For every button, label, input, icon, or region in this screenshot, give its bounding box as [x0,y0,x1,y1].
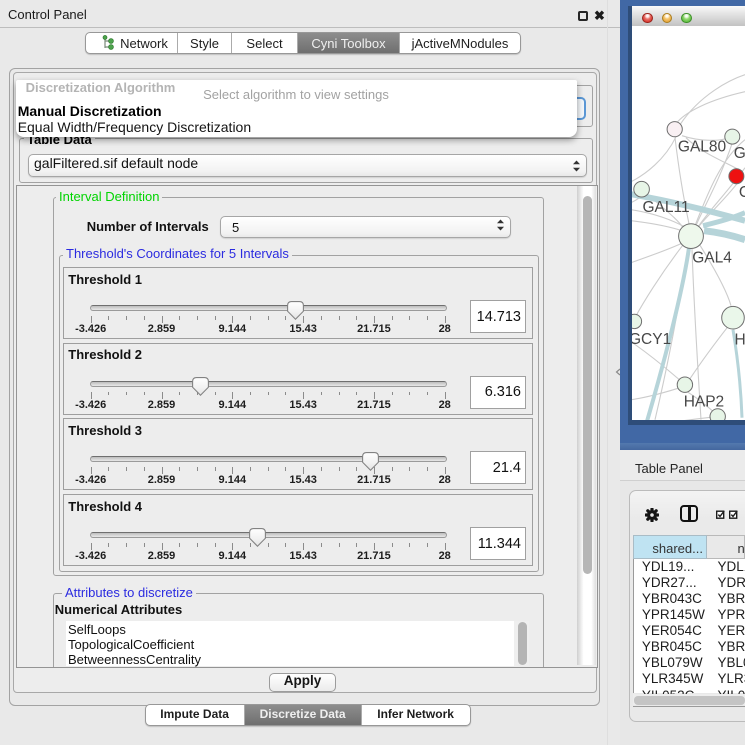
svg-text:GAL80: GAL80 [678,139,727,156]
svg-text:HAP2: HAP2 [684,394,725,411]
svg-text:GAL11: GAL11 [643,199,690,216]
svg-text:GCY1: GCY1 [632,331,671,348]
svg-text:C: C [739,184,745,201]
svg-text:GAL7: GAL7 [734,145,745,162]
svg-text:HIS7: HIS7 [735,332,745,349]
svg-text:GAL4: GAL4 [692,250,732,267]
